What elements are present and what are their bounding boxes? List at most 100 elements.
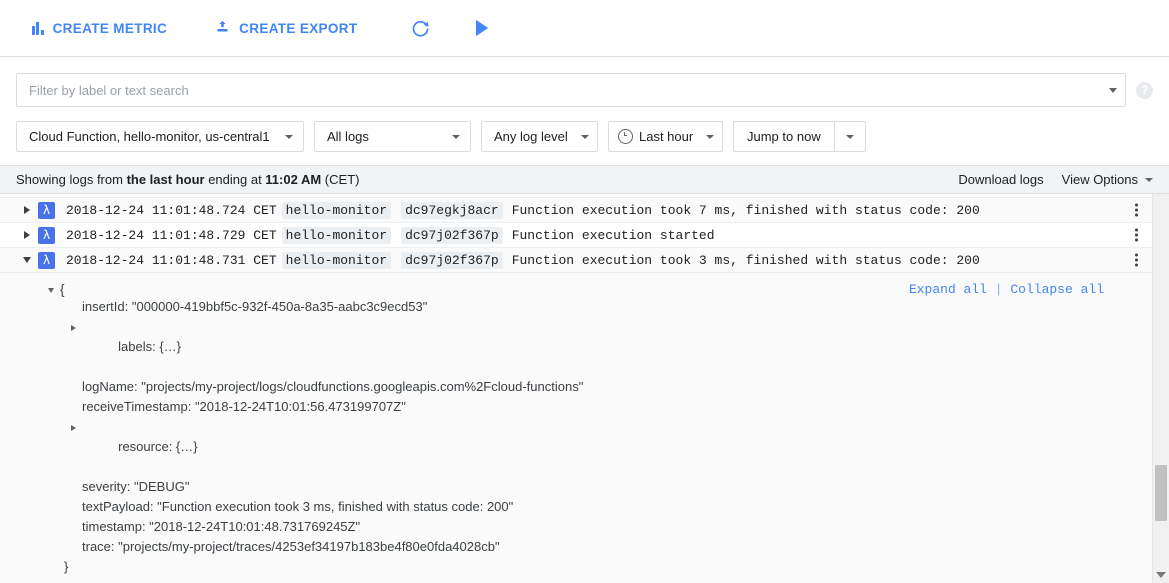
view-options-label: View Options	[1062, 172, 1138, 187]
table-row[interactable]: λ 2018-12-24 11:01:48.731 CET hello-moni…	[0, 248, 1152, 273]
row-execution-id: dc97j02f367p	[401, 227, 503, 244]
scroll-down-button[interactable]	[1153, 566, 1169, 583]
row-message: Function execution started	[512, 228, 715, 243]
expand-all-link[interactable]: Expand all	[909, 282, 987, 297]
row-message: Function execution took 3 ms, finished w…	[512, 253, 980, 268]
row-execution-id: dc97j02f367p	[401, 252, 503, 269]
payload-line-severity: severity: "DEBUG"	[0, 477, 1152, 497]
view-options-button[interactable]: View Options	[1062, 172, 1153, 187]
link-separator: |	[987, 282, 1010, 297]
payload-line-resource: resource: {…}	[0, 417, 1152, 477]
row-menu-icon[interactable]	[1128, 254, 1144, 267]
create-export-button[interactable]: CREATE EXPORT	[213, 10, 359, 46]
resource-filter-value: Cloud Function, hello-monitor, us-centra…	[29, 129, 270, 144]
log-rows-container: λ λ 2018-12-24 11:01:48.724 CET hello-mo…	[0, 182, 1152, 583]
chevron-right-icon	[24, 206, 30, 214]
table-row[interactable]: λ 2018-12-24 11:01:48.729 CET hello-moni…	[0, 223, 1152, 248]
logs-filter-value: All logs	[327, 129, 369, 144]
refresh-button[interactable]	[403, 11, 437, 45]
status-suffix: (CET)	[321, 172, 359, 187]
payload-line-timestamp: timestamp: "2018-12-24T10:01:48.73176924…	[0, 517, 1152, 537]
clock-icon	[618, 129, 633, 144]
create-metric-button[interactable]: CREATE METRIC	[30, 10, 169, 46]
upload-icon	[215, 19, 230, 37]
chevron-down-icon	[23, 257, 31, 263]
bar-chart-icon	[32, 22, 44, 35]
payload-header: { Expand all | Collapse all	[0, 282, 1152, 297]
payload-line-textpayload: textPayload: "Function execution took 3 …	[0, 497, 1152, 517]
scrollbar-thumb[interactable]	[1155, 465, 1167, 521]
row-service: hello-monitor	[282, 202, 391, 219]
payload-labels-text: labels: {…}	[118, 339, 181, 354]
row-message: Function execution took 7 ms, finished w…	[512, 203, 980, 218]
jump-to-now-dropdown[interactable]	[834, 122, 865, 151]
row-execution-id: dc97egkj8acr	[401, 202, 503, 219]
logs-filter-select[interactable]: All logs	[314, 121, 471, 152]
time-range-value: Last hour	[639, 129, 700, 144]
chevron-down-icon	[581, 135, 589, 139]
row-timestamp: 2018-12-24 11:01:48.731 CET	[66, 253, 277, 268]
log-level-value: Any log level	[494, 129, 568, 144]
search-box[interactable]	[16, 73, 1126, 107]
chevron-down-icon	[706, 135, 714, 139]
row-service: hello-monitor	[282, 252, 391, 269]
filter-selects-row: Cloud Function, hello-monitor, us-centra…	[16, 121, 1153, 165]
row-expand-toggle[interactable]	[16, 206, 38, 214]
payload-resource-text: resource: {…}	[118, 439, 198, 454]
status-actions: Download logs View Options	[958, 172, 1153, 187]
jump-to-now-label: Jump to now	[747, 129, 821, 144]
row-expand-toggle[interactable]	[16, 231, 38, 239]
cloud-function-icon: λ	[38, 202, 55, 219]
payload-line-receivetimestamp: receiveTimestamp: "2018-12-24T10:01:56.4…	[0, 397, 1152, 417]
row-menu-icon[interactable]	[1128, 229, 1144, 242]
row-menu-icon[interactable]	[1128, 204, 1144, 217]
play-button[interactable]	[465, 11, 499, 45]
payload-line-logname: logName: "projects/my-project/logs/cloud…	[0, 377, 1152, 397]
search-row: ?	[16, 73, 1153, 107]
refresh-icon	[410, 18, 431, 39]
create-metric-label: CREATE METRIC	[53, 21, 168, 36]
payload-collapse-toggle[interactable]	[48, 288, 54, 293]
status-text: Showing logs from the last hour ending a…	[16, 172, 958, 187]
download-logs-button[interactable]: Download logs	[958, 172, 1043, 187]
chevron-down-icon	[452, 135, 460, 139]
payload-close-brace: }	[0, 557, 1152, 577]
chevron-down-icon[interactable]	[1109, 88, 1117, 93]
payload-expand-links: Expand all | Collapse all	[909, 282, 1136, 297]
filter-area: ? Cloud Function, hello-monitor, us-cent…	[0, 57, 1169, 165]
chevron-right-icon[interactable]	[71, 425, 76, 431]
help-icon[interactable]: ?	[1136, 82, 1153, 99]
top-toolbar: CREATE METRIC CREATE EXPORT	[0, 0, 1169, 57]
chevron-right-icon[interactable]	[71, 325, 76, 331]
resource-filter-select[interactable]: Cloud Function, hello-monitor, us-centra…	[16, 121, 304, 152]
payload-line-insertid: insertId: "000000-419bbf5c-932f-450a-8a3…	[0, 297, 1152, 317]
cloud-function-icon: λ	[38, 227, 55, 244]
payload-line-labels: labels: {…}	[0, 317, 1152, 377]
search-input[interactable]	[29, 83, 1109, 98]
time-range-select[interactable]: Last hour	[608, 121, 723, 152]
table-row[interactable]: λ 2018-12-24 11:01:48.724 CET hello-moni…	[0, 198, 1152, 223]
chevron-down-icon	[1145, 178, 1153, 182]
log-list-area: λ λ 2018-12-24 11:01:48.724 CET hello-mo…	[0, 182, 1169, 583]
chevron-down-icon	[285, 135, 293, 139]
payload-line-trace: trace: "projects/my-project/traces/4253e…	[0, 537, 1152, 557]
jump-to-now-button[interactable]: Jump to now	[734, 122, 834, 151]
chevron-right-icon	[24, 231, 30, 239]
play-icon	[474, 19, 491, 37]
row-timestamp: 2018-12-24 11:01:48.729 CET	[66, 228, 277, 243]
triangle-down-icon	[1156, 572, 1166, 578]
vertical-scrollbar[interactable]	[1152, 182, 1169, 583]
download-logs-label: Download logs	[958, 172, 1043, 187]
status-range: the last hour	[127, 172, 205, 187]
status-bar: Showing logs from the last hour ending a…	[0, 165, 1169, 194]
log-scroll-viewport: λ λ 2018-12-24 11:01:48.724 CET hello-mo…	[0, 182, 1152, 583]
collapse-all-link[interactable]: Collapse all	[1010, 282, 1104, 297]
row-collapse-toggle[interactable]	[16, 257, 38, 263]
create-export-label: CREATE EXPORT	[239, 21, 357, 36]
payload-open-brace: {	[60, 282, 65, 297]
status-prefix: Showing logs from	[16, 172, 127, 187]
row-timestamp: 2018-12-24 11:01:48.724 CET	[66, 203, 277, 218]
log-entry-payload: { Expand all | Collapse all insertId: "0…	[0, 273, 1152, 583]
status-middle: ending at	[205, 172, 266, 187]
log-level-select[interactable]: Any log level	[481, 121, 598, 152]
